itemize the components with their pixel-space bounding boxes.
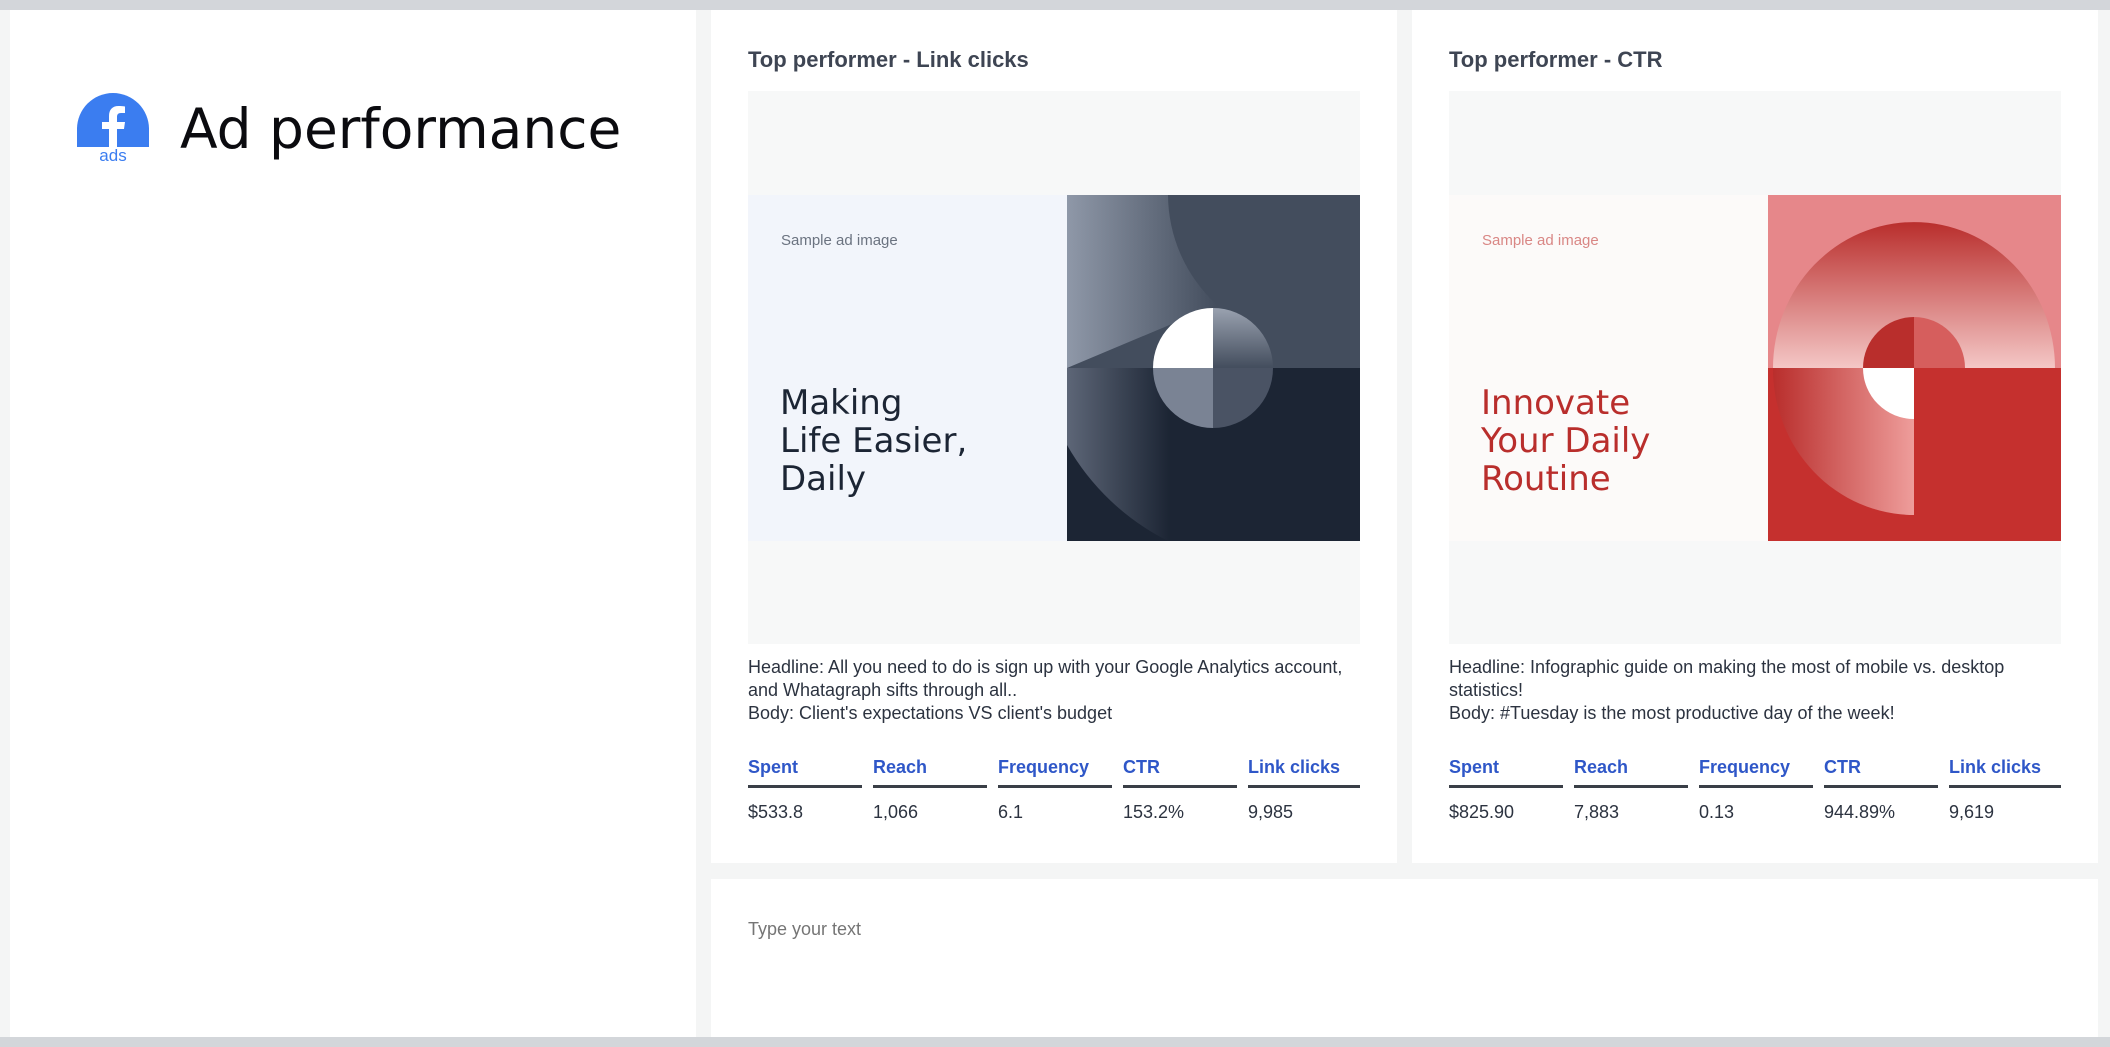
metric-value: 9,619 xyxy=(1949,802,1995,822)
notes-panel[interactable] xyxy=(711,879,2098,1037)
card-title: Top performer - Link clicks xyxy=(748,47,1029,72)
ad-image-caption: Sample ad image xyxy=(1482,232,1599,249)
ad-image-frame: Sample ad image Innovate Your Daily Rout… xyxy=(1449,91,2061,644)
metric-value: 7,883 xyxy=(1574,802,1620,822)
metric-label: CTR xyxy=(1824,755,1938,788)
metric-reach: Reach 7,883 xyxy=(1574,755,1688,823)
notes-text-input[interactable] xyxy=(748,919,2048,940)
metrics-row: Spent $533.8 Reach 1,066 Frequency 6.1 C… xyxy=(748,755,1360,835)
title-panel[interactable]: ads Ad performance xyxy=(10,10,696,1037)
metric-label: Reach xyxy=(873,755,987,788)
metric-label: Link clicks xyxy=(1248,755,1360,788)
top-performer-ctr-card[interactable]: Top performer - CTR Sample ad image Inno… xyxy=(1412,10,2098,863)
metric-value: 1,066 xyxy=(873,802,919,822)
metric-value: 6.1 xyxy=(998,802,1024,822)
metric-frequency: Frequency 0.13 xyxy=(1699,755,1813,823)
page-title: Ad performance xyxy=(180,97,622,161)
report-canvas: ads Ad performance Top performer - Link … xyxy=(0,10,2110,1037)
metric-value: 153.2% xyxy=(1123,802,1185,822)
ad-copy: Headline: Infographic guide on making th… xyxy=(1449,656,2061,725)
metric-link-clicks: Link clicks 9,985 xyxy=(1248,755,1360,823)
metric-ctr: CTR 944.89% xyxy=(1824,755,1938,823)
ad-headline: Headline: Infographic guide on making th… xyxy=(1449,657,2005,700)
metric-value: $533.8 xyxy=(748,802,804,822)
facebook-ads-icon: ads xyxy=(77,93,149,165)
sample-ad-image: Sample ad image Innovate Your Daily Rout… xyxy=(1449,195,2061,541)
metric-label: CTR xyxy=(1123,755,1237,788)
metric-spent: Spent $825.90 xyxy=(1449,755,1563,823)
metric-link-clicks: Link clicks 9,619 xyxy=(1949,755,2061,823)
logo-subtext: ads xyxy=(99,146,126,165)
metric-ctr: CTR 153.2% xyxy=(1123,755,1237,823)
sample-ad-image: Sample ad image Making Life Easier, Dail… xyxy=(748,195,1360,541)
top-performer-link-clicks-card[interactable]: Top performer - Link clicks Sample ad im… xyxy=(711,10,1397,863)
metric-reach: Reach 1,066 xyxy=(873,755,987,823)
ad-headline: Headline: All you need to do is sign up … xyxy=(748,657,1343,700)
metrics-row: Spent $825.90 Reach 7,883 Frequency 0.13… xyxy=(1449,755,2061,835)
metric-value: $825.90 xyxy=(1449,802,1515,822)
metric-value: 944.89% xyxy=(1824,802,1896,822)
metric-label: Spent xyxy=(1449,755,1563,788)
metric-label: Link clicks xyxy=(1949,755,2061,788)
ad-body: Body: Client's expectations VS client's … xyxy=(748,703,1113,723)
metric-label: Frequency xyxy=(1699,755,1813,788)
metric-value: 0.13 xyxy=(1699,802,1735,822)
ad-body: Body: #Tuesday is the most productive da… xyxy=(1449,703,1895,723)
metric-label: Reach xyxy=(1574,755,1688,788)
metric-spent: Spent $533.8 xyxy=(748,755,862,823)
ad-copy: Headline: All you need to do is sign up … xyxy=(748,656,1360,725)
metric-value: 9,985 xyxy=(1248,802,1294,822)
ad-image-frame: Sample ad image Making Life Easier, Dail… xyxy=(748,91,1360,644)
ad-image-caption: Sample ad image xyxy=(781,232,898,249)
metric-frequency: Frequency 6.1 xyxy=(998,755,1112,823)
metric-label: Spent xyxy=(748,755,862,788)
card-title: Top performer - CTR xyxy=(1449,47,1663,72)
metric-label: Frequency xyxy=(998,755,1112,788)
